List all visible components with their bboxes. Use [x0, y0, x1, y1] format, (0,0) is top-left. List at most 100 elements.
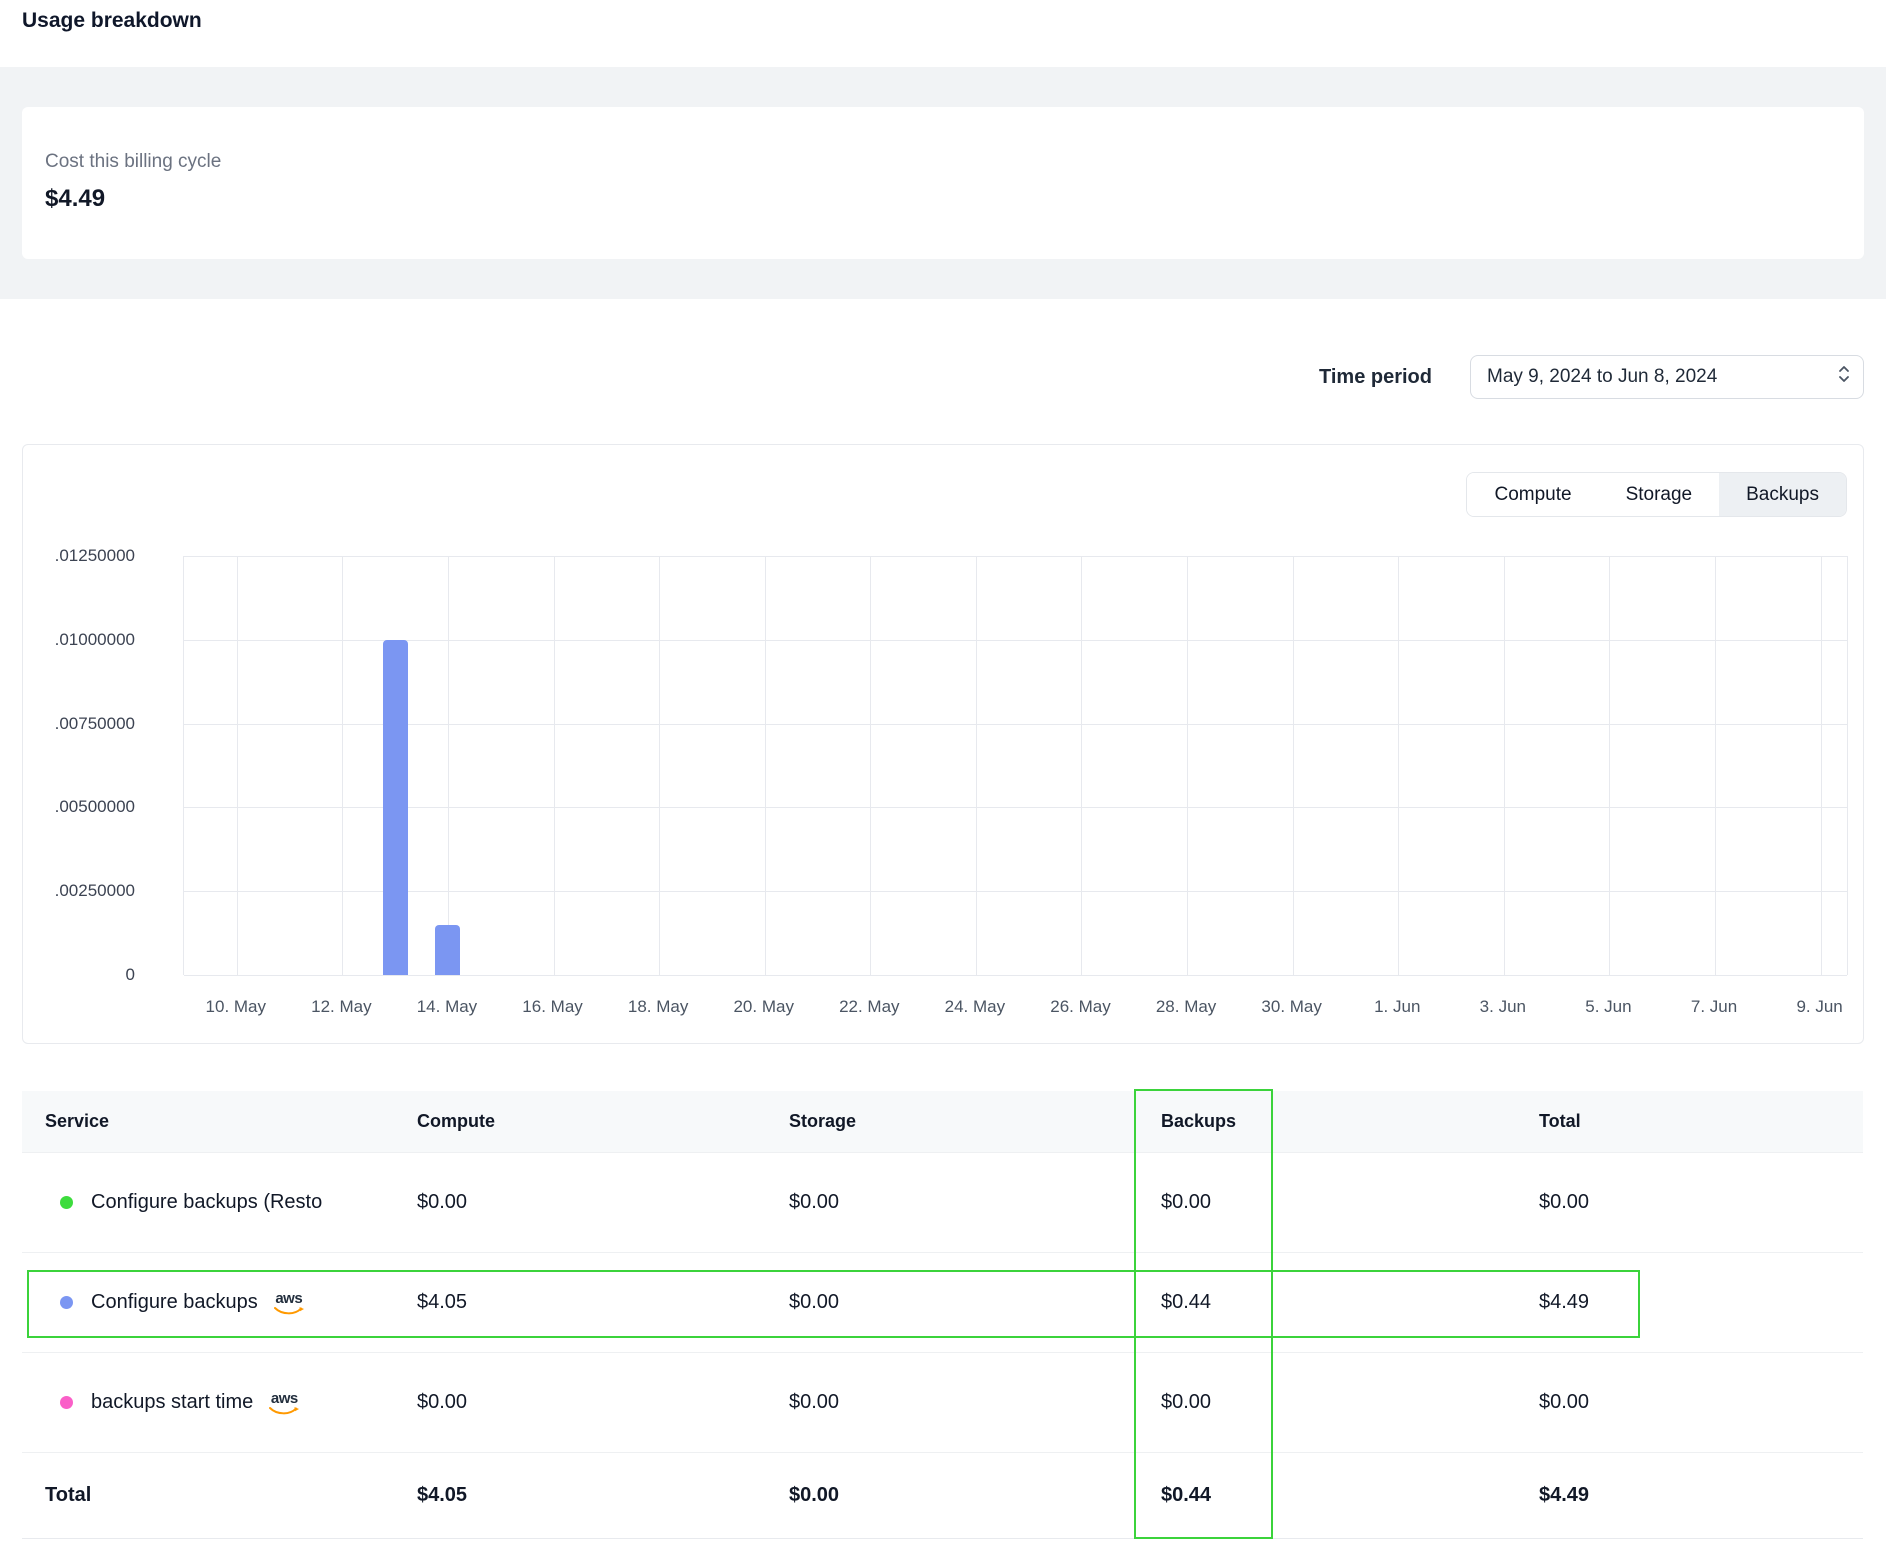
page-header: Usage breakdown — [0, 0, 1886, 67]
chart-bar — [435, 925, 460, 975]
col-header-service: Service — [22, 1111, 417, 1132]
service-name: backups start time — [91, 1391, 253, 1414]
h-gridline — [184, 891, 1847, 892]
h-gridline — [184, 640, 1847, 641]
table-row: Configure backups aws $4.05 $0.00 $0.44 … — [22, 1252, 1863, 1352]
v-gridline — [1187, 556, 1188, 975]
x-tick-label: 12. May — [311, 997, 371, 1017]
total-storage: $0.00 — [789, 1484, 1161, 1507]
h-gridline — [184, 724, 1847, 725]
cell-storage: $0.00 — [789, 1291, 1161, 1314]
x-tick-label: 30. May — [1261, 997, 1321, 1017]
y-tick-label: 0 — [23, 965, 135, 985]
usage-chart-card: Compute Storage Backups .01250000 .010000… — [22, 444, 1864, 1044]
time-period-row: Time period May 9, 2024 to Jun 8, 2024 — [22, 355, 1864, 399]
x-tick-label: 7. Jun — [1691, 997, 1737, 1017]
table-row: backups start time aws $0.00 $0.00 $0.00… — [22, 1352, 1863, 1452]
v-gridline — [659, 556, 660, 975]
x-tick-label: 10. May — [206, 997, 266, 1017]
cell-storage: $0.00 — [789, 1391, 1161, 1414]
y-tick-label: .00250000 — [23, 881, 135, 901]
x-tick-label: 22. May — [839, 997, 899, 1017]
x-tick-label: 5. Jun — [1585, 997, 1631, 1017]
v-gridline — [237, 556, 238, 975]
tab-backups[interactable]: Backups — [1719, 473, 1846, 516]
v-gridline — [342, 556, 343, 975]
y-tick-label: .00500000 — [23, 797, 135, 817]
cell-compute: $0.00 — [417, 1391, 789, 1414]
billing-cycle-amount: $4.49 — [45, 185, 1864, 213]
total-label: Total — [22, 1484, 417, 1507]
chart-metric-tabs: Compute Storage Backups — [1466, 472, 1847, 517]
v-gridline — [765, 556, 766, 975]
col-header-backups: Backups — [1161, 1111, 1539, 1132]
x-tick-label: 9. Jun — [1796, 997, 1842, 1017]
cell-compute: $0.00 — [417, 1191, 789, 1214]
cell-backups: $0.44 — [1161, 1291, 1539, 1314]
y-tick-label: .00750000 — [23, 714, 135, 734]
service-name: Configure backups — [91, 1291, 258, 1314]
select-updown-icon — [1837, 363, 1851, 391]
service-dot — [60, 1296, 73, 1309]
billing-cycle-card: Cost this billing cycle $4.49 — [22, 107, 1864, 259]
cell-backups: $0.00 — [1161, 1191, 1539, 1214]
v-gridline — [1293, 556, 1294, 975]
cell-total: $4.49 — [1539, 1291, 1863, 1314]
cell-backups: $0.00 — [1161, 1391, 1539, 1414]
table-total-row: Total $4.05 $0.00 $0.44 $4.49 — [22, 1452, 1863, 1539]
v-gridline — [1504, 556, 1505, 975]
h-gridline — [184, 556, 1847, 557]
x-tick-label: 20. May — [733, 997, 793, 1017]
v-gridline — [1715, 556, 1716, 975]
page-title: Usage breakdown — [22, 9, 1864, 33]
v-gridline — [1821, 556, 1822, 975]
x-tick-label: 14. May — [417, 997, 477, 1017]
chart-plot-area — [183, 556, 1848, 975]
total-compute: $4.05 — [417, 1484, 789, 1507]
usage-table: Service Compute Storage Backups Total Co… — [22, 1091, 1863, 1539]
v-gridline — [1398, 556, 1399, 975]
v-gridline — [976, 556, 977, 975]
h-gridline — [184, 975, 1847, 976]
aws-logo-icon: aws — [274, 1291, 304, 1315]
tab-compute[interactable]: Compute — [1467, 473, 1598, 516]
y-tick-label: .01000000 — [23, 630, 135, 650]
v-gridline — [1609, 556, 1610, 975]
col-header-compute: Compute — [417, 1111, 789, 1132]
time-period-label: Time period — [1319, 366, 1432, 389]
cell-storage: $0.00 — [789, 1191, 1161, 1214]
cell-compute: $4.05 — [417, 1291, 789, 1314]
billing-section: Cost this billing cycle $4.49 — [0, 67, 1886, 299]
tab-storage[interactable]: Storage — [1599, 473, 1720, 516]
billing-cycle-label: Cost this billing cycle — [45, 151, 1864, 173]
time-period-value: May 9, 2024 to Jun 8, 2024 — [1487, 366, 1717, 388]
x-tick-label: 18. May — [628, 997, 688, 1017]
chart-y-axis: .01250000.01000000.00750000.00500000.002… — [23, 556, 135, 975]
x-tick-label: 1. Jun — [1374, 997, 1420, 1017]
col-header-storage: Storage — [789, 1111, 1161, 1132]
service-dot — [60, 1196, 73, 1209]
cell-total: $0.00 — [1539, 1191, 1863, 1214]
service-name: Configure backups (Resto — [91, 1191, 322, 1214]
time-period-select[interactable]: May 9, 2024 to Jun 8, 2024 — [1470, 355, 1864, 399]
v-gridline — [554, 556, 555, 975]
v-gridline — [870, 556, 871, 975]
chart-x-axis: 10. May 12. May 14. May 16. May 18. May 20. M… — [183, 997, 1848, 1023]
aws-logo-icon: aws — [269, 1391, 299, 1415]
col-header-total: Total — [1539, 1111, 1863, 1132]
v-gridline — [448, 556, 449, 975]
y-tick-label: .01250000 — [23, 546, 135, 566]
x-tick-label: 3. Jun — [1480, 997, 1526, 1017]
v-gridline — [1081, 556, 1082, 975]
total-backups: $0.44 — [1161, 1484, 1539, 1507]
cell-total: $0.00 — [1539, 1391, 1863, 1414]
total-total: $4.49 — [1539, 1484, 1863, 1507]
x-tick-label: 24. May — [945, 997, 1005, 1017]
chart-bar — [383, 640, 408, 975]
table-header-row: Service Compute Storage Backups Total — [22, 1091, 1863, 1152]
table-row: Configure backups (Resto $0.00 $0.00 $0.… — [22, 1152, 1863, 1252]
service-dot — [60, 1396, 73, 1409]
x-tick-label: 26. May — [1050, 997, 1110, 1017]
x-tick-label: 16. May — [522, 997, 582, 1017]
h-gridline — [184, 807, 1847, 808]
